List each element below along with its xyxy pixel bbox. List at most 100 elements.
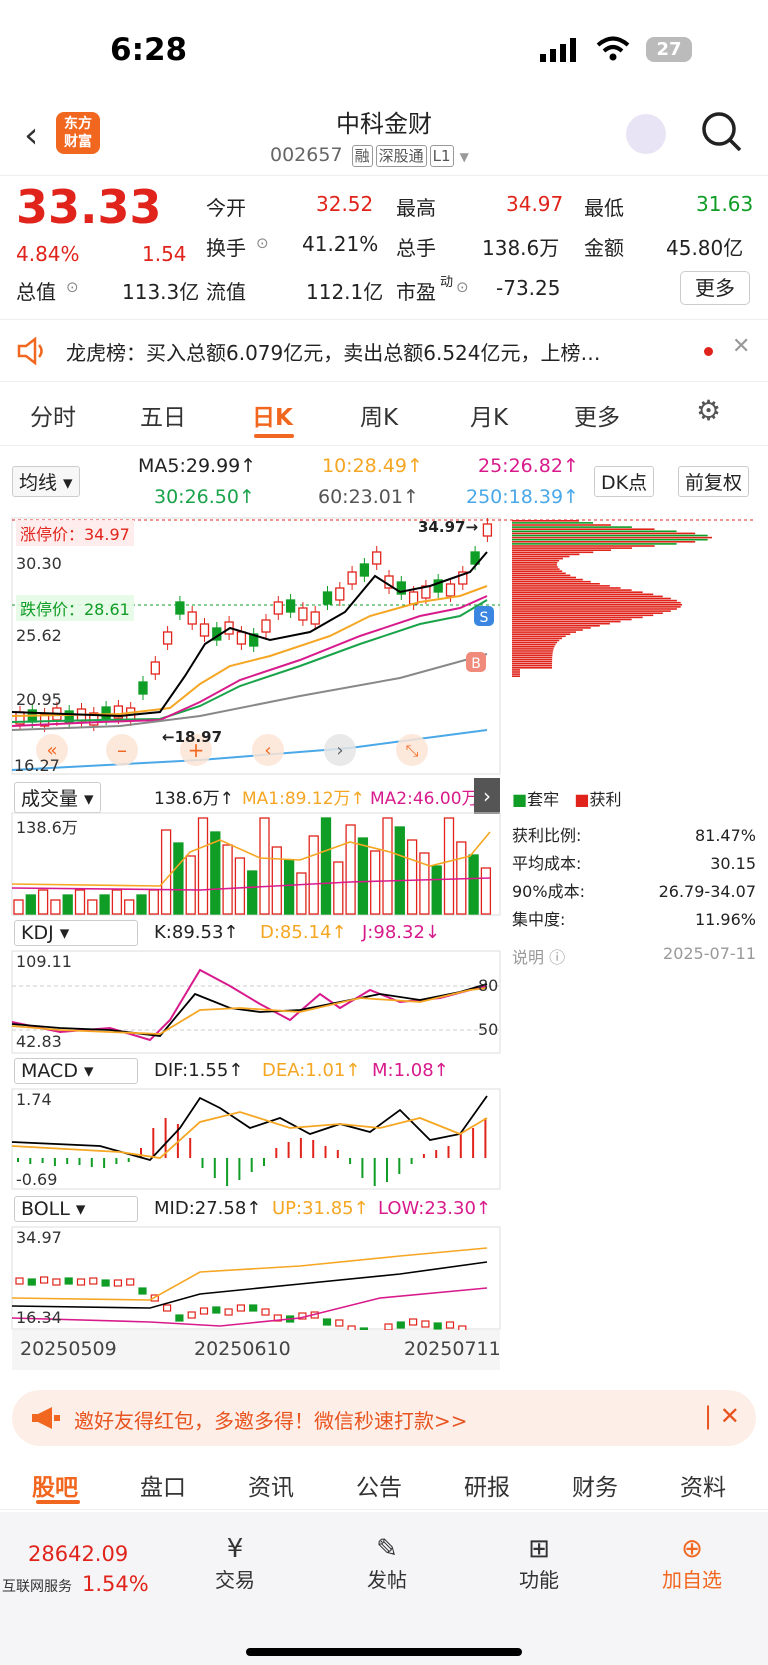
chip-bar [512, 522, 594, 524]
boll-candle [409, 1318, 418, 1326]
macd-select[interactable]: MACD ▾ [14, 1058, 138, 1084]
clock: 6:28 [110, 32, 188, 68]
volume-select[interactable]: 成交量 ▾ [14, 782, 101, 813]
tab-more[interactable]: 更多 [574, 398, 620, 432]
chip-bar [512, 608, 677, 610]
open-value: 32.52 [316, 192, 374, 216]
post-button[interactable]: ✎ 发帖 [362, 1534, 412, 1593]
invite-banner[interactable]: 邀好友得红包，多邀多得！微信秒速打款>> | ✕ [12, 1390, 756, 1446]
volume-bar [50, 899, 61, 915]
home-indicator [246, 1648, 522, 1656]
chip-bar [512, 662, 553, 665]
ma10-label: 10:28.49↑ [322, 455, 423, 477]
search-icon[interactable] [700, 110, 744, 154]
boll-candle [89, 1277, 98, 1285]
chip-help-link[interactable]: 说明 ⓘ [512, 944, 565, 968]
chip-bar [512, 526, 632, 528]
prev-icon[interactable]: ‹ [264, 740, 271, 761]
low-marker: ←18.97 [162, 728, 223, 746]
last-price: 33.33 [16, 180, 162, 234]
chip-bar [512, 622, 610, 625]
tab-daily-k[interactable]: 日K [252, 398, 293, 432]
boll-low: LOW:23.30↑ [378, 1198, 491, 1219]
add-watchlist-button[interactable]: ⊕ 加自选 [656, 1534, 728, 1593]
price-adjust-button[interactable]: 前复权 [678, 466, 750, 497]
candle [298, 602, 308, 626]
next-icon[interactable]: › [336, 740, 343, 761]
volume-axis-top: 138.6万 [16, 818, 78, 837]
volume-bar [443, 817, 455, 915]
axis-16-27: 16.27 [14, 756, 60, 775]
close-icon[interactable]: | ✕ [704, 1402, 740, 1430]
info-icon[interactable]: ⊙ [456, 278, 469, 296]
tab-intraday[interactable]: 分时 [30, 398, 76, 432]
sector-index-value[interactable]: 28642.09 [28, 1542, 128, 1566]
candle [458, 566, 468, 590]
volume-value: 138.6万 [482, 236, 560, 260]
tab-monthly-k[interactable]: 月K [470, 398, 508, 432]
info-icon[interactable]: ⊙ [66, 278, 79, 296]
date-end: 20250711 [404, 1338, 501, 1360]
ma60-label: 60:23.01↑ [318, 486, 419, 508]
info-icon[interactable]: ⊙ [256, 234, 269, 252]
chip-bar [512, 578, 583, 581]
tab-5day[interactable]: 五日 [140, 398, 186, 432]
boll-select[interactable]: BOLL ▾ [14, 1196, 138, 1222]
zoom-out-icon[interactable]: – [117, 738, 127, 762]
nav-finance[interactable]: 财务 [572, 1468, 618, 1502]
candle [199, 618, 210, 642]
chip-bar [512, 589, 632, 591]
indicator-select[interactable]: 均线 ▾ [12, 466, 80, 497]
close-icon[interactable]: ✕ [732, 334, 750, 359]
chip-bar [512, 520, 580, 522]
function-button[interactable]: ⊞ 功能 [514, 1534, 564, 1593]
kdj-j: J:98.32↓ [362, 922, 440, 943]
buy-signal-label: B [471, 656, 481, 672]
wifi-icon [596, 36, 630, 61]
candle [372, 546, 382, 570]
chip-bar [512, 656, 553, 659]
chip-bar [512, 620, 621, 623]
nav-news[interactable]: 资讯 [248, 1468, 294, 1502]
tab-weekly-k[interactable]: 周K [360, 398, 398, 432]
chip-bar [512, 597, 671, 600]
nav-announcements[interactable]: 公告 [356, 1468, 402, 1502]
robot-avatar[interactable] [626, 114, 666, 154]
boll-candle [175, 1314, 184, 1322]
high-marker: 34.97→ [418, 518, 479, 536]
dragon-tiger-notice[interactable]: 龙虎榜：买入总额6.079亿元，卖出总额6.524亿元，上榜… ✕ [0, 320, 768, 382]
nav-research[interactable]: 研报 [464, 1468, 510, 1502]
chip-bar [512, 612, 663, 614]
kdj-d: D:85.14↑ [260, 922, 347, 943]
nav-profile[interactable]: 资料 [680, 1468, 726, 1502]
mcap-label: 总值 [16, 280, 56, 304]
kdj-select[interactable]: KDJ ▾ [14, 920, 138, 946]
more-button[interactable]: 更多 [680, 271, 750, 305]
gear-icon[interactable]: ⚙ [696, 394, 721, 427]
candle [138, 676, 148, 700]
expand-arrow-icon[interactable]: › [474, 778, 500, 814]
volume-bar [370, 850, 381, 915]
candle [396, 576, 406, 600]
bottom-toolbar: 28642.09 互联网服务 1.54% ¥ 交易 ✎ 发帖 ⊞ 功能 ⊕ 加自选 [0, 1512, 768, 1665]
ma25-label: 25:26.82↑ [478, 455, 579, 477]
candle [359, 558, 370, 582]
candle [249, 628, 259, 652]
nav-forum[interactable]: 股吧 [32, 1468, 78, 1502]
kline-chart[interactable]: « – + ‹ › ⤡ S B [0, 516, 768, 776]
chip-bar [512, 618, 632, 621]
trade-button[interactable]: ¥ 交易 [210, 1534, 260, 1593]
axis-25-62: 25.62 [16, 626, 62, 645]
chip-bar [512, 654, 553, 656]
amount-label: 金额 [584, 236, 624, 260]
chip-bar [512, 658, 553, 661]
trade-label: 交易 [215, 1568, 255, 1592]
nav-orderbook[interactable]: 盘口 [140, 1468, 186, 1502]
boll-candle [126, 1278, 135, 1286]
fullscreen-icon[interactable]: ⤡ [406, 741, 419, 760]
cost90-label: 90%成本: [512, 882, 585, 901]
section-nav: 股吧 盘口 资讯 公告 研报 财务 资料 [0, 1456, 768, 1510]
boll-select-label: BOLL [21, 1198, 70, 1220]
dk-point-button[interactable]: DK点 [594, 466, 655, 497]
concentration-label: 集中度: [512, 910, 566, 929]
